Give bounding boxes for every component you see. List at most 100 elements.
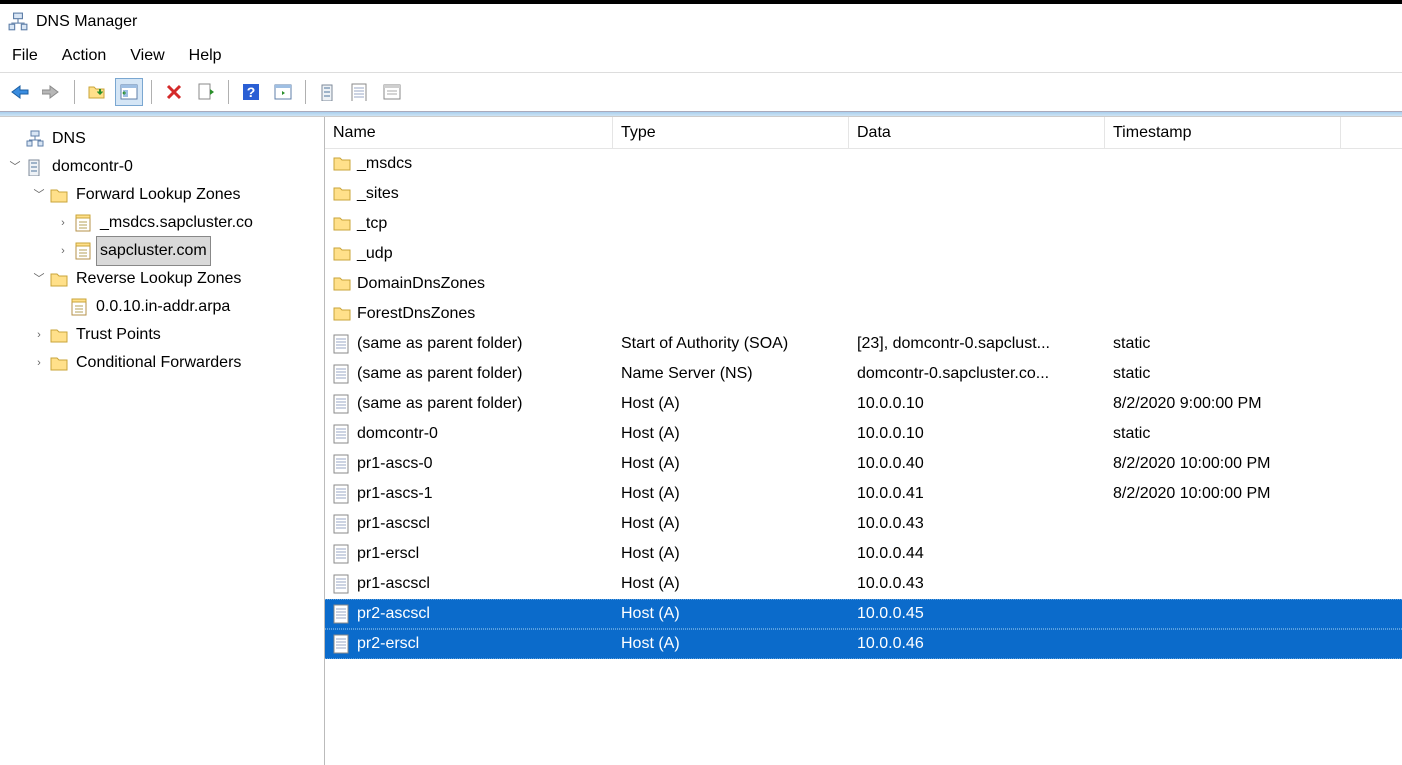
column-header-type[interactable]: Type — [613, 117, 849, 148]
row-type: Host (A) — [613, 545, 849, 563]
tree-rlz-label: Reverse Lookup Zones — [72, 264, 245, 294]
row-type: Host (A) — [613, 425, 849, 443]
svg-text:?: ? — [247, 84, 256, 100]
folder-row[interactable]: _msdcs — [325, 149, 1402, 179]
row-name: (same as parent folder) — [357, 395, 522, 413]
delete-button[interactable] — [160, 78, 188, 106]
record-row[interactable]: pr2-ascscl Host (A) 10.0.0.45 — [325, 599, 1402, 629]
record-icon — [333, 574, 351, 594]
properties-button[interactable] — [269, 78, 297, 106]
row-data: domcontr-0.sapcluster.co... — [849, 365, 1105, 383]
row-type: Host (A) — [613, 455, 849, 473]
row-timestamp: 8/2/2020 10:00:00 PM — [1105, 485, 1341, 503]
row-type: Host (A) — [613, 635, 849, 653]
row-name: (same as parent folder) — [357, 365, 522, 383]
tree-rlz-zone[interactable]: 0.0.10.in-addr.arpa — [8, 293, 320, 321]
folder-row[interactable]: _sites — [325, 179, 1402, 209]
folder-icon — [333, 154, 351, 174]
row-timestamp: static — [1105, 425, 1341, 443]
row-type: Name Server (NS) — [613, 365, 849, 383]
row-name: pr1-ascscl — [357, 515, 430, 533]
show-hide-tree-button[interactable] — [115, 78, 143, 106]
forward-button[interactable] — [38, 78, 66, 106]
tree-zone-msdcs-label: _msdcs.sapcluster.co — [96, 208, 257, 238]
row-data: 10.0.0.10 — [849, 395, 1105, 413]
record-row[interactable]: (same as parent folder) Host (A) 10.0.0.… — [325, 389, 1402, 419]
row-data: 10.0.0.43 — [849, 515, 1105, 533]
tree-server[interactable]: ﹀ domcontr-0 — [8, 153, 320, 181]
menu-help[interactable]: Help — [189, 47, 222, 65]
tree-conditional-forwarders[interactable]: › Conditional Forwarders — [8, 349, 320, 377]
refresh-button[interactable] — [192, 78, 220, 106]
list-header: Name Type Data Timestamp — [325, 117, 1402, 149]
tree-rlz[interactable]: ﹀ Reverse Lookup Zones — [8, 265, 320, 293]
tree-root-label: DNS — [48, 124, 90, 154]
tree-flz[interactable]: ﹀ Forward Lookup Zones — [8, 181, 320, 209]
record-icon — [333, 394, 351, 414]
menu-file[interactable]: File — [12, 47, 38, 65]
record-row[interactable]: pr1-erscl Host (A) 10.0.0.44 — [325, 539, 1402, 569]
row-type: Host (A) — [613, 515, 849, 533]
new-zone-button[interactable] — [378, 78, 406, 106]
dns-icon — [26, 130, 44, 148]
folder-row[interactable]: ForestDnsZones — [325, 299, 1402, 329]
folder-icon — [50, 186, 68, 204]
row-type: Host (A) — [613, 395, 849, 413]
tree-rlz-zone-label: 0.0.10.in-addr.arpa — [92, 292, 234, 322]
new-server-button[interactable] — [314, 78, 342, 106]
row-data: [23], domcontr-0.sapclust... — [849, 335, 1105, 353]
row-name: pr2-erscl — [357, 635, 419, 653]
record-row[interactable]: pr1-ascs-1 Host (A) 10.0.0.41 8/2/2020 1… — [325, 479, 1402, 509]
record-row[interactable]: (same as parent folder) Name Server (NS)… — [325, 359, 1402, 389]
tree-cf-label: Conditional Forwarders — [72, 348, 245, 378]
tree-pane[interactable]: DNS ﹀ domcontr-0 ﹀ Forward Lookup Zones … — [0, 117, 325, 765]
tree-root-dns[interactable]: DNS — [8, 125, 320, 153]
new-record-button[interactable] — [346, 78, 374, 106]
folder-icon — [50, 354, 68, 372]
folder-icon — [333, 244, 351, 264]
menu-action[interactable]: Action — [62, 47, 106, 65]
column-header-name[interactable]: Name — [325, 117, 613, 148]
record-icon — [333, 364, 351, 384]
list-pane[interactable]: Name Type Data Timestamp _msdcs _sites — [325, 117, 1402, 765]
record-row[interactable]: pr2-erscl Host (A) 10.0.0.46 — [325, 629, 1402, 659]
record-icon — [333, 544, 351, 564]
folder-row[interactable]: _udp — [325, 239, 1402, 269]
record-row[interactable]: (same as parent folder) Start of Authori… — [325, 329, 1402, 359]
record-row[interactable]: pr1-ascscl Host (A) 10.0.0.43 — [325, 509, 1402, 539]
tree-zone-msdcs[interactable]: › _msdcs.sapcluster.co — [8, 209, 320, 237]
row-timestamp: static — [1105, 365, 1341, 383]
folder-icon — [333, 184, 351, 204]
row-type: Host (A) — [613, 605, 849, 623]
zone-icon — [74, 214, 92, 232]
up-button[interactable] — [83, 78, 111, 106]
tree-trust-points[interactable]: › Trust Points — [8, 321, 320, 349]
record-icon — [333, 514, 351, 534]
row-name: pr1-erscl — [357, 545, 419, 563]
folder-row[interactable]: DomainDnsZones — [325, 269, 1402, 299]
row-data: 10.0.0.45 — [849, 605, 1105, 623]
row-timestamp: 8/2/2020 9:00:00 PM — [1105, 395, 1341, 413]
back-button[interactable] — [6, 78, 34, 106]
record-icon — [333, 454, 351, 474]
row-data: 10.0.0.43 — [849, 575, 1105, 593]
row-timestamp: static — [1105, 335, 1341, 353]
column-header-data[interactable]: Data — [849, 117, 1105, 148]
zone-icon — [70, 298, 88, 316]
menu-view[interactable]: View — [130, 47, 164, 65]
record-row[interactable]: pr1-ascscl Host (A) 10.0.0.43 — [325, 569, 1402, 599]
record-row[interactable]: pr1-ascs-0 Host (A) 10.0.0.40 8/2/2020 1… — [325, 449, 1402, 479]
row-name: pr1-ascscl — [357, 575, 430, 593]
row-data: 10.0.0.41 — [849, 485, 1105, 503]
tree-server-label: domcontr-0 — [48, 152, 137, 182]
row-name: pr1-ascs-1 — [357, 485, 433, 503]
record-row[interactable]: domcontr-0 Host (A) 10.0.0.10 static — [325, 419, 1402, 449]
row-name: pr2-ascscl — [357, 605, 430, 623]
row-data: 10.0.0.40 — [849, 455, 1105, 473]
folder-row[interactable]: _tcp — [325, 209, 1402, 239]
row-name: domcontr-0 — [357, 425, 438, 443]
column-header-timestamp[interactable]: Timestamp — [1105, 117, 1341, 148]
help-button[interactable]: ? — [237, 78, 265, 106]
row-name: _tcp — [357, 215, 387, 233]
tree-zone-sapcluster[interactable]: › sapcluster.com — [8, 237, 320, 265]
